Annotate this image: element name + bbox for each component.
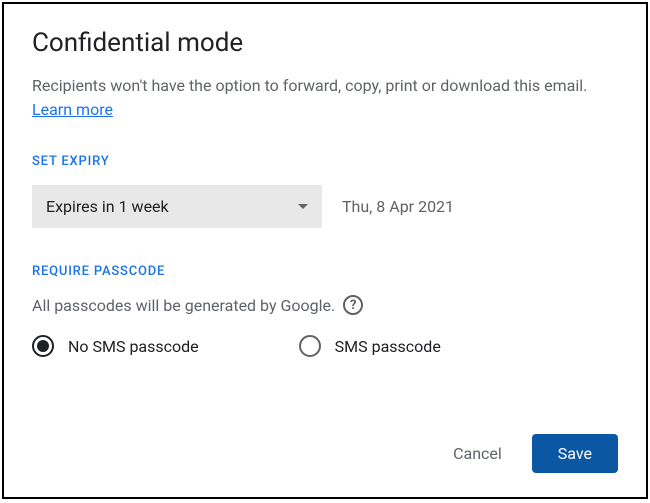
passcode-radio-group: No SMS passcode SMS passcode [32, 335, 618, 357]
radio-icon [32, 335, 54, 357]
expiry-dropdown[interactable]: Expires in 1 week [32, 185, 322, 228]
radio-no-sms-passcode[interactable]: No SMS passcode [32, 335, 199, 357]
radio-selected-icon [37, 340, 49, 352]
dialog-title: Confidential mode [32, 28, 618, 58]
save-button[interactable]: Save [532, 434, 618, 473]
passcode-info-text: All passcodes will be generated by Googl… [32, 296, 335, 315]
chevron-down-icon [298, 204, 308, 209]
dialog-button-row: Cancel Save [435, 434, 618, 473]
expiry-date: Thu, 8 Apr 2021 [342, 197, 454, 216]
radio-label: No SMS passcode [68, 337, 199, 356]
set-expiry-label: SET EXPIRY [32, 154, 618, 169]
passcode-info-row: All passcodes will be generated by Googl… [32, 295, 618, 315]
learn-more-link[interactable]: Learn more [32, 100, 113, 119]
help-icon[interactable]: ? [343, 295, 363, 315]
confidential-mode-dialog: Confidential mode Recipients won't have … [2, 2, 648, 499]
dialog-description: Recipients won't have the option to forw… [32, 74, 618, 122]
cancel-button[interactable]: Cancel [435, 434, 520, 473]
radio-sms-passcode[interactable]: SMS passcode [299, 335, 441, 357]
expiry-row: Expires in 1 week Thu, 8 Apr 2021 [32, 185, 618, 228]
radio-label: SMS passcode [335, 337, 441, 356]
radio-icon [299, 335, 321, 357]
expiry-selected-value: Expires in 1 week [46, 197, 169, 216]
description-text: Recipients won't have the option to forw… [32, 76, 587, 95]
require-passcode-label: REQUIRE PASSCODE [32, 264, 618, 279]
